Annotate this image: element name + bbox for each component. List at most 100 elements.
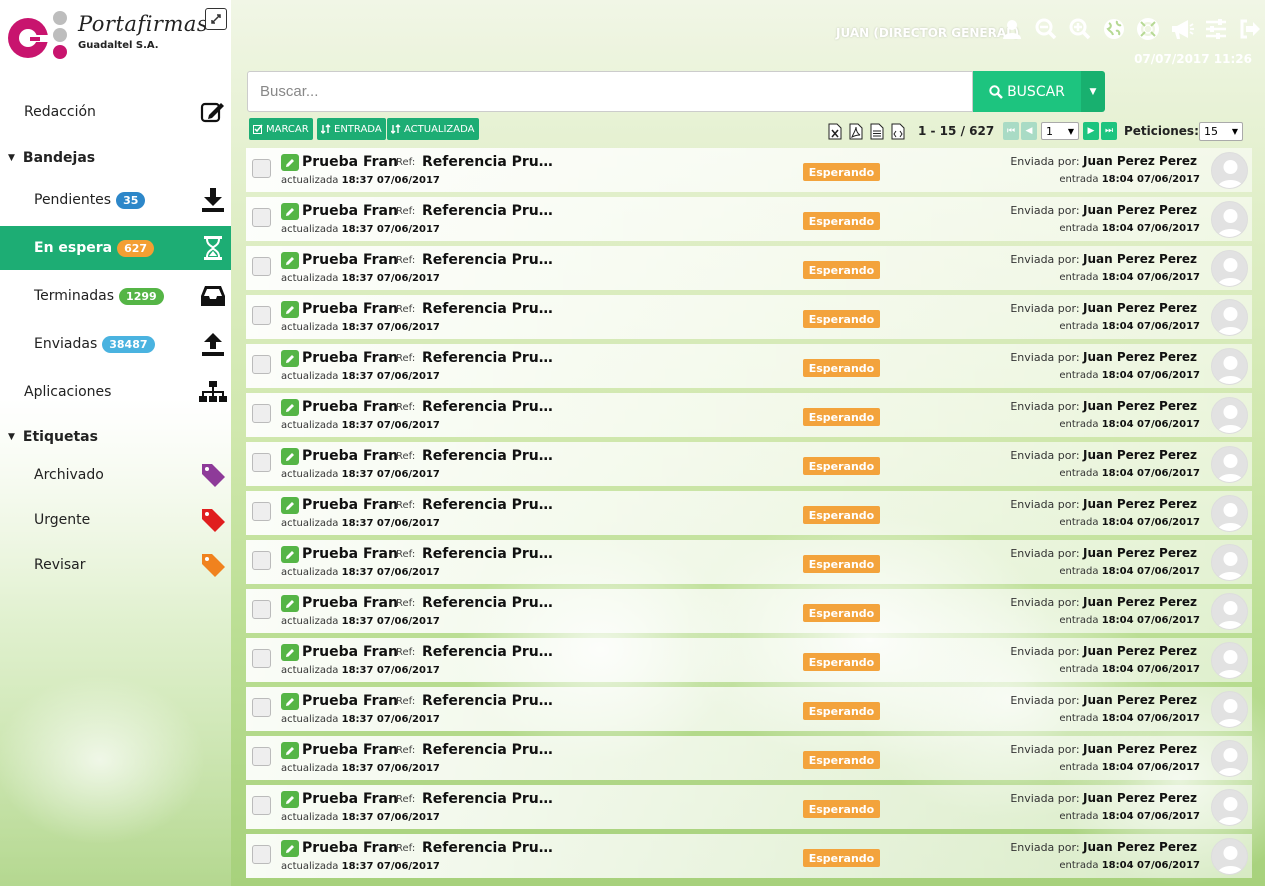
row-reference[interactable]: Referencia Prueba bbox=[422, 546, 562, 562]
zoom-out-icon[interactable] bbox=[1032, 16, 1060, 42]
row-checkbox[interactable] bbox=[252, 600, 271, 619]
export-code-icon[interactable] bbox=[889, 122, 907, 141]
edit-icon[interactable] bbox=[281, 350, 299, 367]
row-checkbox[interactable] bbox=[252, 698, 271, 717]
row-subject[interactable]: Prueba Fran bbox=[302, 154, 398, 170]
row-subject[interactable]: Prueba Fran bbox=[302, 840, 398, 856]
tag-item-urgente[interactable]: Urgente bbox=[0, 498, 231, 542]
export-text-icon[interactable] bbox=[868, 122, 886, 141]
logout-icon[interactable] bbox=[1236, 16, 1264, 42]
export-excel-icon[interactable] bbox=[826, 122, 844, 141]
row-subject[interactable]: Prueba Fran bbox=[302, 301, 398, 317]
search-button[interactable]: BUSCAR bbox=[973, 71, 1081, 112]
row-checkbox[interactable] bbox=[252, 796, 271, 815]
sidebar-item-enviadas[interactable]: Enviadas 38487 bbox=[0, 322, 231, 366]
row-checkbox[interactable] bbox=[252, 404, 271, 423]
settings-sliders-icon[interactable] bbox=[1202, 16, 1230, 42]
last-page-button[interactable]: ⏭ bbox=[1101, 122, 1117, 140]
prev-page-button[interactable]: ◀ bbox=[1021, 122, 1037, 140]
tag-item-revisar[interactable]: Revisar bbox=[0, 543, 231, 587]
sort-entrada-button[interactable]: ENTRADA bbox=[317, 118, 386, 140]
edit-icon[interactable] bbox=[281, 203, 299, 220]
sidebar-item-pendientes[interactable]: Pendientes 35 bbox=[0, 178, 231, 222]
row-subject[interactable]: Prueba Fran bbox=[302, 742, 398, 758]
table-row[interactable]: Prueba Fran Ref: Referencia Prueba actualiz… bbox=[246, 393, 1252, 437]
row-reference[interactable]: Referencia Prueba bbox=[422, 448, 562, 464]
table-row[interactable]: Prueba Fran Ref: Referencia Prueba actualiz… bbox=[246, 785, 1252, 829]
row-reference[interactable]: Referencia Prueba bbox=[422, 791, 562, 807]
table-row[interactable]: Prueba Fran Ref: Referencia Prueba actualiz… bbox=[246, 491, 1252, 535]
section-etiquetas[interactable]: ▼ Etiquetas bbox=[8, 429, 98, 445]
row-subject[interactable]: Prueba Fran bbox=[302, 497, 398, 513]
sidebar-item-terminadas[interactable]: Terminadas 1299 bbox=[0, 274, 231, 318]
row-reference[interactable]: Referencia Prueba bbox=[422, 840, 562, 856]
edit-icon[interactable] bbox=[281, 595, 299, 612]
sort-actualizada-button[interactable]: ACTUALIZADA bbox=[387, 118, 479, 140]
row-subject[interactable]: Prueba Fran bbox=[302, 203, 398, 219]
edit-icon[interactable] bbox=[281, 252, 299, 269]
table-row[interactable]: Prueba Fran Ref: Referencia Prueba actualiz… bbox=[246, 197, 1252, 241]
row-checkbox[interactable] bbox=[252, 551, 271, 570]
edit-icon[interactable] bbox=[281, 644, 299, 661]
first-page-button[interactable]: ⏮ bbox=[1003, 122, 1019, 140]
row-reference[interactable]: Referencia Prueba bbox=[422, 399, 562, 415]
table-row[interactable]: Prueba Fran Ref: Referencia Prueba actualiz… bbox=[246, 540, 1252, 584]
edit-icon[interactable] bbox=[281, 399, 299, 416]
help-lifebuoy-icon[interactable] bbox=[1134, 16, 1162, 42]
row-subject[interactable]: Prueba Fran bbox=[302, 791, 398, 807]
table-row[interactable]: Prueba Fran Ref: Referencia Prueba actualiz… bbox=[246, 295, 1252, 339]
row-reference[interactable]: Referencia Prueba bbox=[422, 252, 562, 268]
peticiones-select[interactable]: 15 ▼ bbox=[1199, 122, 1243, 141]
row-reference[interactable]: Referencia Prueba bbox=[422, 742, 562, 758]
row-checkbox[interactable] bbox=[252, 649, 271, 668]
row-subject[interactable]: Prueba Fran bbox=[302, 644, 398, 660]
next-page-button[interactable]: ▶ bbox=[1083, 122, 1099, 140]
row-checkbox[interactable] bbox=[252, 159, 271, 178]
row-subject[interactable]: Prueba Fran bbox=[302, 252, 398, 268]
row-reference[interactable]: Referencia Prueba bbox=[422, 154, 562, 170]
marcar-button[interactable]: MARCAR bbox=[249, 118, 313, 140]
edit-icon[interactable] bbox=[281, 791, 299, 808]
sidebar-item-redaccion[interactable]: Redacción bbox=[0, 90, 231, 134]
row-subject[interactable]: Prueba Fran bbox=[302, 399, 398, 415]
tag-item-archivado[interactable]: Archivado bbox=[0, 453, 231, 497]
page-select[interactable]: 1 ▼ bbox=[1041, 122, 1079, 140]
table-row[interactable]: Prueba Fran Ref: Referencia Prueba actualiz… bbox=[246, 246, 1252, 290]
table-row[interactable]: Prueba Fran Ref: Referencia Prueba actualiz… bbox=[246, 736, 1252, 780]
globe-icon[interactable] bbox=[1100, 16, 1128, 42]
row-reference[interactable]: Referencia Prueba bbox=[422, 497, 562, 513]
row-subject[interactable]: Prueba Fran bbox=[302, 693, 398, 709]
table-row[interactable]: Prueba Fran Ref: Referencia Prueba actualiz… bbox=[246, 148, 1252, 192]
edit-icon[interactable] bbox=[281, 840, 299, 857]
row-subject[interactable]: Prueba Fran bbox=[302, 546, 398, 562]
row-checkbox[interactable] bbox=[252, 747, 271, 766]
section-bandejas[interactable]: ▼ Bandejas bbox=[8, 150, 95, 166]
row-checkbox[interactable] bbox=[252, 306, 271, 325]
zoom-in-icon[interactable] bbox=[1066, 16, 1094, 42]
edit-icon[interactable] bbox=[281, 742, 299, 759]
row-checkbox[interactable] bbox=[252, 453, 271, 472]
search-options-dropdown[interactable]: ▼ bbox=[1081, 71, 1105, 112]
edit-icon[interactable] bbox=[281, 546, 299, 563]
row-subject[interactable]: Prueba Fran bbox=[302, 448, 398, 464]
table-row[interactable]: Prueba Fran Ref: Referencia Prueba actualiz… bbox=[246, 638, 1252, 682]
row-reference[interactable]: Referencia Prueba bbox=[422, 644, 562, 660]
row-reference[interactable]: Referencia Prueba bbox=[422, 301, 562, 317]
user-icon[interactable] bbox=[998, 16, 1026, 42]
table-row[interactable]: Prueba Fran Ref: Referencia Prueba actualiz… bbox=[246, 589, 1252, 633]
search-input[interactable] bbox=[247, 71, 973, 112]
row-subject[interactable]: Prueba Fran bbox=[302, 595, 398, 611]
table-row[interactable]: Prueba Fran Ref: Referencia Prueba actualiz… bbox=[246, 687, 1252, 731]
row-checkbox[interactable] bbox=[252, 208, 271, 227]
megaphone-icon[interactable] bbox=[1168, 16, 1196, 42]
row-checkbox[interactable] bbox=[252, 257, 271, 276]
export-pdf-icon[interactable] bbox=[847, 122, 865, 141]
row-reference[interactable]: Referencia Prueba bbox=[422, 350, 562, 366]
collapse-sidebar-button[interactable] bbox=[205, 8, 227, 30]
row-subject[interactable]: Prueba Fran bbox=[302, 350, 398, 366]
row-checkbox[interactable] bbox=[252, 355, 271, 374]
row-reference[interactable]: Referencia Prueba bbox=[422, 693, 562, 709]
edit-icon[interactable] bbox=[281, 448, 299, 465]
sidebar-item-en-espera[interactable]: En espera 627 bbox=[0, 226, 231, 270]
edit-icon[interactable] bbox=[281, 154, 299, 171]
